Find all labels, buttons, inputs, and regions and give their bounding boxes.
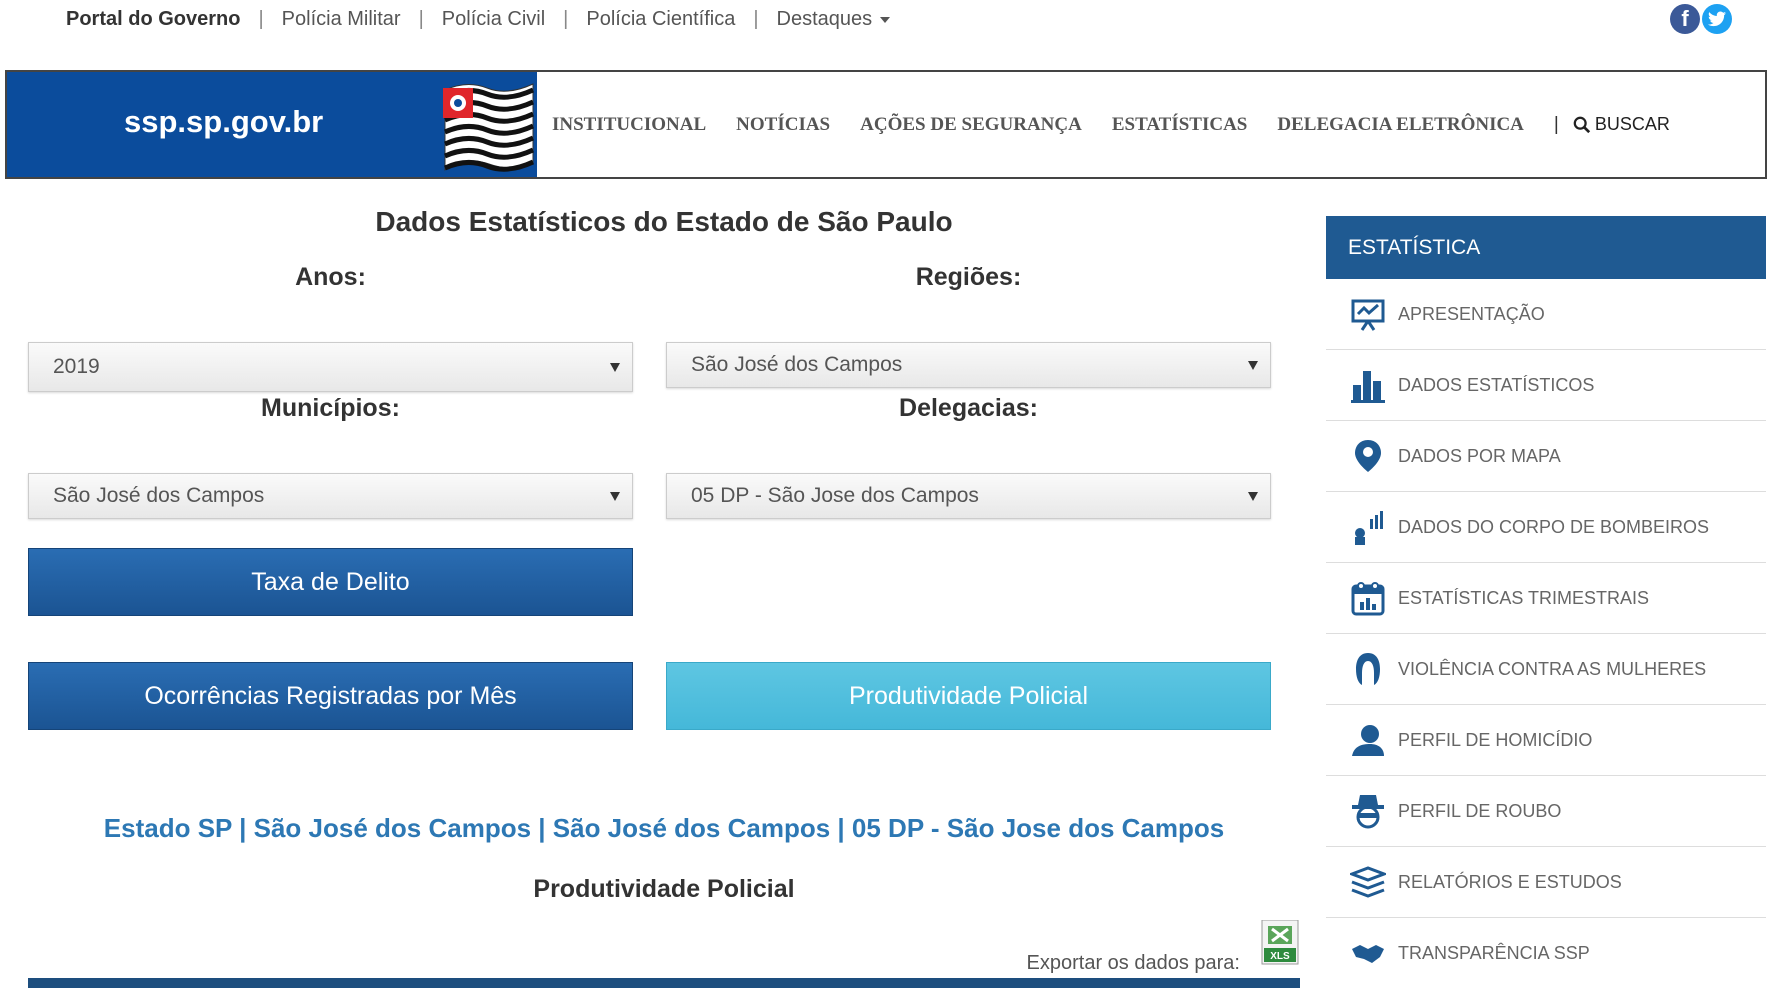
destaques-dropdown[interactable]: Destaques xyxy=(777,8,891,31)
sidebar-item-perfil-de-roubo[interactable]: PERFIL DE ROUBO xyxy=(1326,776,1766,847)
main-nav: INSTITUCIONAL NOTÍCIAS AÇÕES DE SEGURANÇ… xyxy=(552,72,1670,177)
regioes-value: São José dos Campos xyxy=(691,353,903,376)
nav-delegacia-eletronica[interactable]: DELEGACIA ELETRÔNICA xyxy=(1277,114,1524,136)
woman-icon xyxy=(1348,649,1388,689)
separator: | xyxy=(563,8,569,30)
sidebar-item-relatorios-e-estudos[interactable]: RELATÓRIOS E ESTUDOS xyxy=(1326,847,1766,918)
nav-estatisticas[interactable]: ESTATÍSTICAS xyxy=(1112,114,1248,136)
caret-down-icon xyxy=(880,16,891,23)
policia-cientifica-link[interactable]: Polícia Científica xyxy=(586,8,735,31)
separator: | xyxy=(258,8,264,30)
government-top-bar: Portal do Governo | Polícia Militar | Po… xyxy=(0,0,1774,40)
export-label: Exportar os dados para: xyxy=(1026,952,1240,974)
nav-noticias[interactable]: NOTÍCIAS xyxy=(736,114,830,136)
sidebar-item-label: VIOLÊNCIA CONTRA AS MULHERES xyxy=(1398,658,1707,679)
facebook-icon[interactable]: f xyxy=(1670,4,1700,34)
sidebar-item-estatisticas-trimestrais[interactable]: ESTATÍSTICAS TRIMESTRAIS xyxy=(1326,563,1766,634)
dropdown-arrow-icon xyxy=(1248,361,1258,370)
twitter-icon[interactable] xyxy=(1702,4,1732,34)
separator: | xyxy=(418,8,424,30)
delegacias-label: Delegacias: xyxy=(899,394,1038,422)
xls-label: XLS xyxy=(1270,951,1290,962)
delegacias-select[interactable]: 05 DP - São Jose dos Campos xyxy=(666,473,1271,519)
anos-select[interactable]: 2019 xyxy=(28,342,633,392)
logo-text: ssp.sp.gov.br xyxy=(124,104,324,139)
calendar-icon xyxy=(1348,578,1388,618)
bar-chart-icon xyxy=(1348,365,1388,405)
dropdown-arrow-icon xyxy=(610,363,620,372)
nav-acoes-de-seguranca[interactable]: AÇÕES DE SEGURANÇA xyxy=(860,114,1082,136)
sidebar-item-label: PERFIL DE ROUBO xyxy=(1398,800,1562,821)
top-links: Portal do Governo | Polícia Militar | Po… xyxy=(66,8,891,31)
search-button[interactable]: BUSCAR xyxy=(1573,114,1670,135)
dropdown-arrow-icon xyxy=(610,492,620,501)
person-icon xyxy=(1348,720,1388,760)
sidebar-item-label: DADOS POR MAPA xyxy=(1398,445,1561,466)
municipios-select[interactable]: São José dos Campos xyxy=(28,473,633,519)
sidebar-item-label: PERFIL DE HOMICÍDIO xyxy=(1398,729,1593,750)
table-header-bar xyxy=(28,978,1300,988)
sidebar-item-apresentacao[interactable]: APRESENTAÇÃO xyxy=(1326,279,1766,350)
statistics-sidebar: ESTATÍSTICA APRESENTAÇÃO DADOS ESTATÍSTI… xyxy=(1326,216,1766,988)
sidebar-item-dados-por-mapa[interactable]: DADOS POR MAPA xyxy=(1326,421,1766,492)
taxa-de-delito-button[interactable]: Taxa de Delito xyxy=(28,548,633,616)
robber-icon xyxy=(1348,791,1388,831)
firefighter-icon xyxy=(1348,507,1388,547)
anos-label: Anos: xyxy=(295,263,366,291)
handshake-icon xyxy=(1348,933,1388,973)
sidebar-item-dados-estatisticos[interactable]: DADOS ESTATÍSTICOS xyxy=(1326,350,1766,421)
sidebar-item-label: RELATÓRIOS E ESTUDOS xyxy=(1398,871,1622,892)
site-header: ssp.sp.gov.br INSTITUCIONAL NOTÍCIAS AÇÕ… xyxy=(5,70,1767,179)
regioes-label: Regiões: xyxy=(915,263,1022,291)
municipios-label: Municípios: xyxy=(261,394,400,422)
nav-institucional[interactable]: INSTITUCIONAL xyxy=(552,114,706,136)
sidebar-item-corpo-de-bombeiros[interactable]: DADOS DO CORPO DE BOMBEIROS xyxy=(1326,492,1766,563)
policia-civil-link[interactable]: Polícia Civil xyxy=(442,8,545,31)
sidebar-item-label: TRANSPARÊNCIA SSP xyxy=(1398,942,1590,963)
section-title: Produtividade Policial xyxy=(533,875,795,903)
municipios-value: São José dos Campos xyxy=(53,484,265,507)
policia-militar-link[interactable]: Polícia Militar xyxy=(282,8,401,31)
sidebar-item-violencia-contra-mulheres[interactable]: VIOLÊNCIA CONTRA AS MULHERES xyxy=(1326,634,1766,705)
search-label: BUSCAR xyxy=(1594,114,1670,134)
xls-export-icon[interactable]: XLS xyxy=(1258,919,1300,973)
location-breadcrumb: Estado SP | São José dos Campos | São Jo… xyxy=(103,813,1225,843)
sao-paulo-flag-icon xyxy=(437,78,535,179)
documents-icon xyxy=(1348,862,1388,902)
sidebar-item-label: DADOS ESTATÍSTICOS xyxy=(1398,374,1595,395)
page-title: Dados Estatísticos do Estado de São Paul… xyxy=(375,206,953,237)
sidebar-item-transparencia-ssp[interactable]: TRANSPARÊNCIA SSP xyxy=(1326,918,1766,988)
sidebar-item-label: DADOS DO CORPO DE BOMBEIROS xyxy=(1398,516,1710,537)
sidebar-item-perfil-de-homicidio[interactable]: PERFIL DE HOMICÍDIO xyxy=(1326,705,1766,776)
sidebar-item-label: ESTATÍSTICAS TRIMESTRAIS xyxy=(1398,587,1650,608)
separator: | xyxy=(753,8,759,30)
destaques-label: Destaques xyxy=(776,8,873,30)
presentation-icon xyxy=(1348,294,1388,334)
anos-value: 2019 xyxy=(53,355,100,378)
delegacias-value: 05 DP - São Jose dos Campos xyxy=(691,484,979,507)
dropdown-arrow-icon xyxy=(1248,492,1258,501)
regioes-select[interactable]: São José dos Campos xyxy=(666,342,1271,388)
nav-separator: | xyxy=(1553,113,1559,135)
ocorrencias-por-mes-button[interactable]: Ocorrências Registradas por Mês xyxy=(28,662,633,730)
sidebar-title: ESTATÍSTICA xyxy=(1326,216,1766,279)
social-links: f xyxy=(1670,4,1732,34)
search-icon xyxy=(1573,116,1590,133)
map-pin-icon xyxy=(1348,436,1388,476)
portal-governo-link[interactable]: Portal do Governo xyxy=(66,8,240,31)
produtividade-policial-button[interactable]: Produtividade Policial xyxy=(666,662,1271,730)
sidebar-item-label: APRESENTAÇÃO xyxy=(1398,303,1545,324)
